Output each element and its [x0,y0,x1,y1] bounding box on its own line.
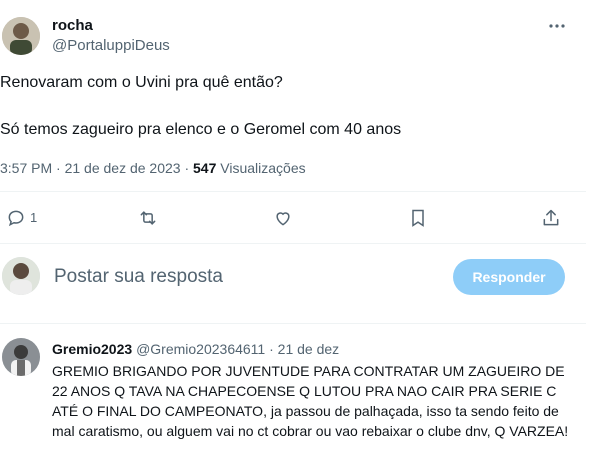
share-icon[interactable] [539,206,563,230]
like-icon[interactable] [271,206,295,230]
tweet-meta: 3:57 PM · 21 de dez de 2023 · 547 Visual… [0,160,306,176]
tweet-timestamp[interactable]: 3:57 PM · 21 de dez de 2023 · [0,160,189,176]
divider-top [0,191,586,192]
views-label: Visualizações [220,160,306,176]
author-avatar[interactable] [2,17,40,55]
author-handle[interactable]: @PortaluppiDeus [52,37,170,54]
reply-composer-input[interactable]: Postar sua resposta [54,266,223,288]
divider-middle [0,243,586,244]
tweet-text-line-1: Renovaram com o Uvini pra quê então? [0,74,283,91]
reply-date[interactable]: · 21 de dez [269,341,339,357]
bookmark-icon[interactable] [406,206,430,230]
reply-author-name[interactable]: Gremio2023 [52,341,132,357]
divider-bottom [0,323,586,324]
more-icon[interactable] [546,18,568,34]
reply-icon[interactable] [4,206,28,230]
composer-avatar [2,257,40,295]
reply-button[interactable]: Responder [453,259,565,295]
reply-text: GREMIO BRIGANDO POR JUVENTUDE PARA CONTR… [52,363,569,439]
reply-header: Gremio2023 @Gremio202364611 · 21 de dez [52,341,339,357]
tweet-text-line-2: Só temos zagueiro pra elenco e o Geromel… [0,121,402,138]
reply-count: 1 [30,210,38,225]
reply-author-handle[interactable]: @Gremio202364611 [136,341,265,357]
views-count: 547 [193,160,217,176]
author-name[interactable]: rocha [52,17,93,34]
retweet-icon[interactable] [136,206,160,230]
reply-author-avatar[interactable] [2,338,40,376]
